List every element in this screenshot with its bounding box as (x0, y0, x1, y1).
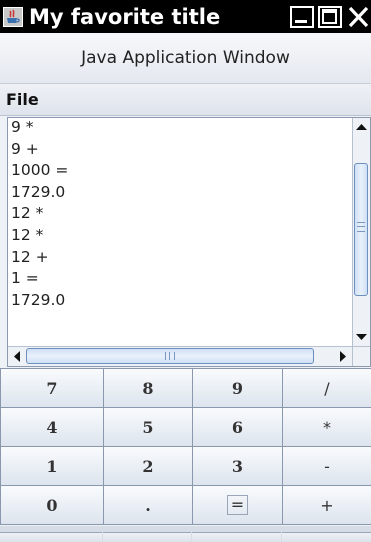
key-6[interactable]: 6 (192, 407, 283, 447)
output-scroll-pane: 9 * 9 + 1000 = 1729.0 12 * 12 * 12 + 1 =… (7, 117, 371, 367)
key-multiply[interactable]: * (282, 407, 371, 447)
key-7[interactable]: 7 (0, 368, 104, 408)
key-8[interactable]: 8 (103, 368, 193, 408)
window-header-label: Java Application Window (0, 33, 371, 84)
close-button[interactable] (346, 6, 371, 28)
output-line: 1729.0 (11, 290, 66, 309)
scroll-right-arrow-icon[interactable] (334, 347, 352, 366)
scroll-left-arrow-icon[interactable] (8, 347, 26, 366)
key-decimal[interactable]: . (103, 485, 193, 525)
key-3[interactable]: 3 (192, 446, 283, 486)
scroll-down-arrow-icon[interactable] (353, 328, 370, 346)
maximize-button[interactable] (318, 6, 342, 28)
key-4[interactable]: 4 (0, 407, 104, 447)
horizontal-scroll-thumb[interactable] (26, 348, 314, 364)
java-app-icon[interactable] (3, 7, 23, 27)
key-2[interactable]: 2 (103, 446, 193, 486)
menu-bar: File (0, 84, 371, 116)
scroll-up-arrow-icon[interactable] (353, 118, 370, 136)
output-text-area[interactable]: 9 * 9 + 1000 = 1729.0 12 * 12 * 12 + 1 =… (8, 118, 352, 346)
key-9[interactable]: 9 (192, 368, 283, 408)
window-title: My favorite title (29, 5, 221, 29)
calculator-keypad: 7 8 9 / 4 5 6 * 1 2 3 - 0 . = + (0, 368, 371, 542)
horizontal-scrollbar[interactable] (8, 346, 352, 366)
key-divide[interactable]: / (282, 368, 371, 408)
key-5[interactable]: 5 (103, 407, 193, 447)
vertical-scrollbar[interactable] (352, 118, 370, 346)
key-1[interactable]: 1 (0, 446, 104, 486)
title-bar[interactable]: My favorite title (0, 0, 371, 33)
key-add[interactable]: + (282, 485, 371, 525)
key-0[interactable]: 0 (0, 485, 104, 525)
calculator-window: My favorite title Java Application Windo… (0, 0, 371, 542)
scrollbar-corner (352, 346, 370, 366)
menu-file[interactable]: File (6, 88, 39, 112)
key-subtract[interactable]: - (282, 446, 371, 486)
key-equals-label: = (226, 495, 249, 515)
vertical-scroll-thumb[interactable] (354, 163, 368, 296)
window-bottom-edge (0, 526, 371, 542)
minimize-button[interactable] (290, 6, 314, 28)
key-equals[interactable]: = (192, 485, 283, 525)
